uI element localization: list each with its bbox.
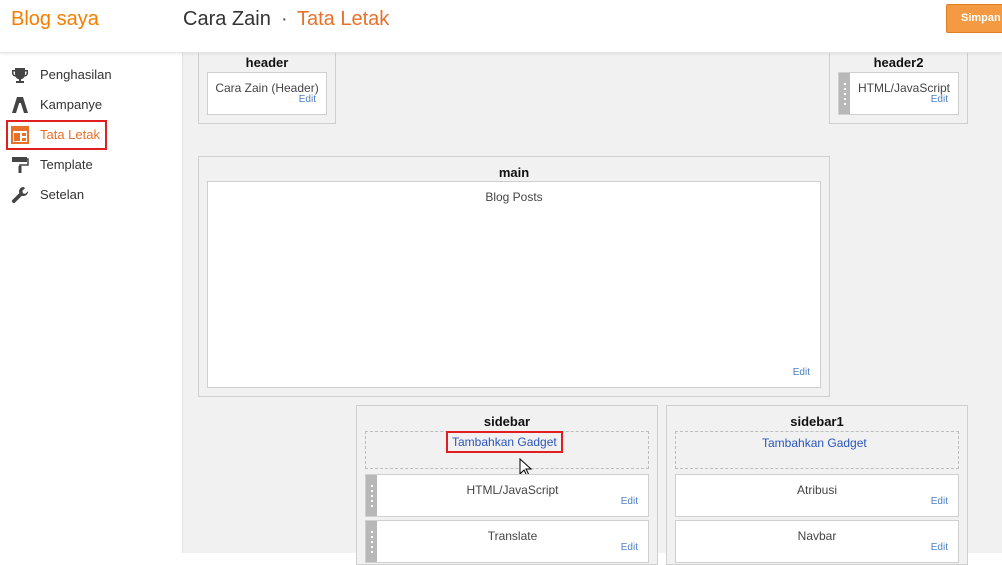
add-gadget-link[interactable]: Tambahkan Gadget [446,431,563,453]
section-sidebar1: sidebar1 Tambahkan Gadget Atribusi Edit … [666,405,968,565]
widget-header2-html[interactable]: HTML/JavaScript Edit [838,72,959,115]
drag-handle[interactable] [366,475,377,516]
sidebar-item-label: Tata Letak [40,127,100,142]
wrench-icon [11,187,29,204]
save-button[interactable]: Simpan [946,4,1002,33]
top-bar: Blog saya Cara Zain · Tata Letak Simpan [0,0,1002,53]
sidebar-item-template[interactable]: Template [6,150,107,180]
edit-link[interactable]: Edit [621,496,638,507]
widget-title: Navbar [797,529,837,543]
widget-title: Atribusi [796,483,837,497]
edit-link[interactable]: Edit [621,542,638,553]
edit-link[interactable]: Edit [931,94,948,105]
sidebar-item-label: Template [40,157,93,172]
widget-atribusi[interactable]: Atribusi Edit [675,474,959,517]
edit-link[interactable]: Edit [299,94,316,105]
add-gadget-area: Tambahkan Gadget [365,431,649,477]
section-main: main Blog Posts Edit [198,156,830,397]
drag-handle[interactable] [366,521,377,562]
widget-header[interactable]: Cara Zain (Header) Edit [207,72,327,115]
section-header2: header2 HTML/JavaScript Edit [829,51,968,124]
add-gadget-area: Tambahkan Gadget [675,431,959,469]
widget-sidebar-html[interactable]: HTML/JavaScript Edit [365,474,649,517]
layout-canvas: header Cara Zain (Header) Edit header2 H… [182,51,1002,565]
sidebar-item-setelan[interactable]: Setelan [6,180,107,210]
sidebar-item-label: Kampanye [40,97,103,112]
section-title: sidebar1 [790,414,844,429]
widget-title: Blog Posts [485,190,543,204]
layout-icon [11,126,29,144]
widget-sidebar-translate[interactable]: Translate Edit [365,520,649,563]
sidebar-item-kampanye[interactable]: Kampanye [6,90,107,120]
sidebar-item-label: Setelan [40,187,85,202]
section-header: header Cara Zain (Header) Edit [198,51,336,124]
sidebar-item-penghasilan[interactable]: Penghasilan [6,60,112,90]
widget-blog-posts[interactable]: Blog Posts Edit [207,181,821,388]
edit-link[interactable]: Edit [931,542,948,553]
widget-title: HTML/JavaScript [466,483,559,497]
widget-title: Translate [487,529,538,543]
add-gadget-link[interactable]: Tambahkan Gadget [762,436,867,450]
section-sidebar: sidebar Tambahkan Gadget HTML/JavaScript… [356,405,658,565]
sidebar-nav: Penghasilan Kampanye Tata Letak Template… [0,53,182,553]
section-title: header [245,55,289,70]
widget-navbar[interactable]: Navbar Edit [675,520,959,563]
edit-link[interactable]: Edit [793,367,810,378]
page-title: Tata Letak [297,8,390,30]
paint-roller-icon [12,157,29,173]
breadcrumb-blog-name[interactable]: Cara Zain [183,8,271,31]
brand-link[interactable]: Blog saya [11,8,99,31]
campaign-icon [12,97,28,113]
section-title: main [498,165,530,180]
drag-handle[interactable] [839,73,850,114]
widget-title: Cara Zain (Header) [215,81,319,95]
sidebar-item-tata-letak[interactable]: Tata Letak [6,120,107,150]
edit-link[interactable]: Edit [931,496,948,507]
section-title: header2 [873,55,924,70]
breadcrumb-separator: · [281,8,288,30]
trophy-icon [12,68,28,83]
sidebar-item-label: Penghasilan [40,67,112,82]
section-title: sidebar [483,414,531,429]
widget-title: HTML/JavaScript [857,81,951,95]
